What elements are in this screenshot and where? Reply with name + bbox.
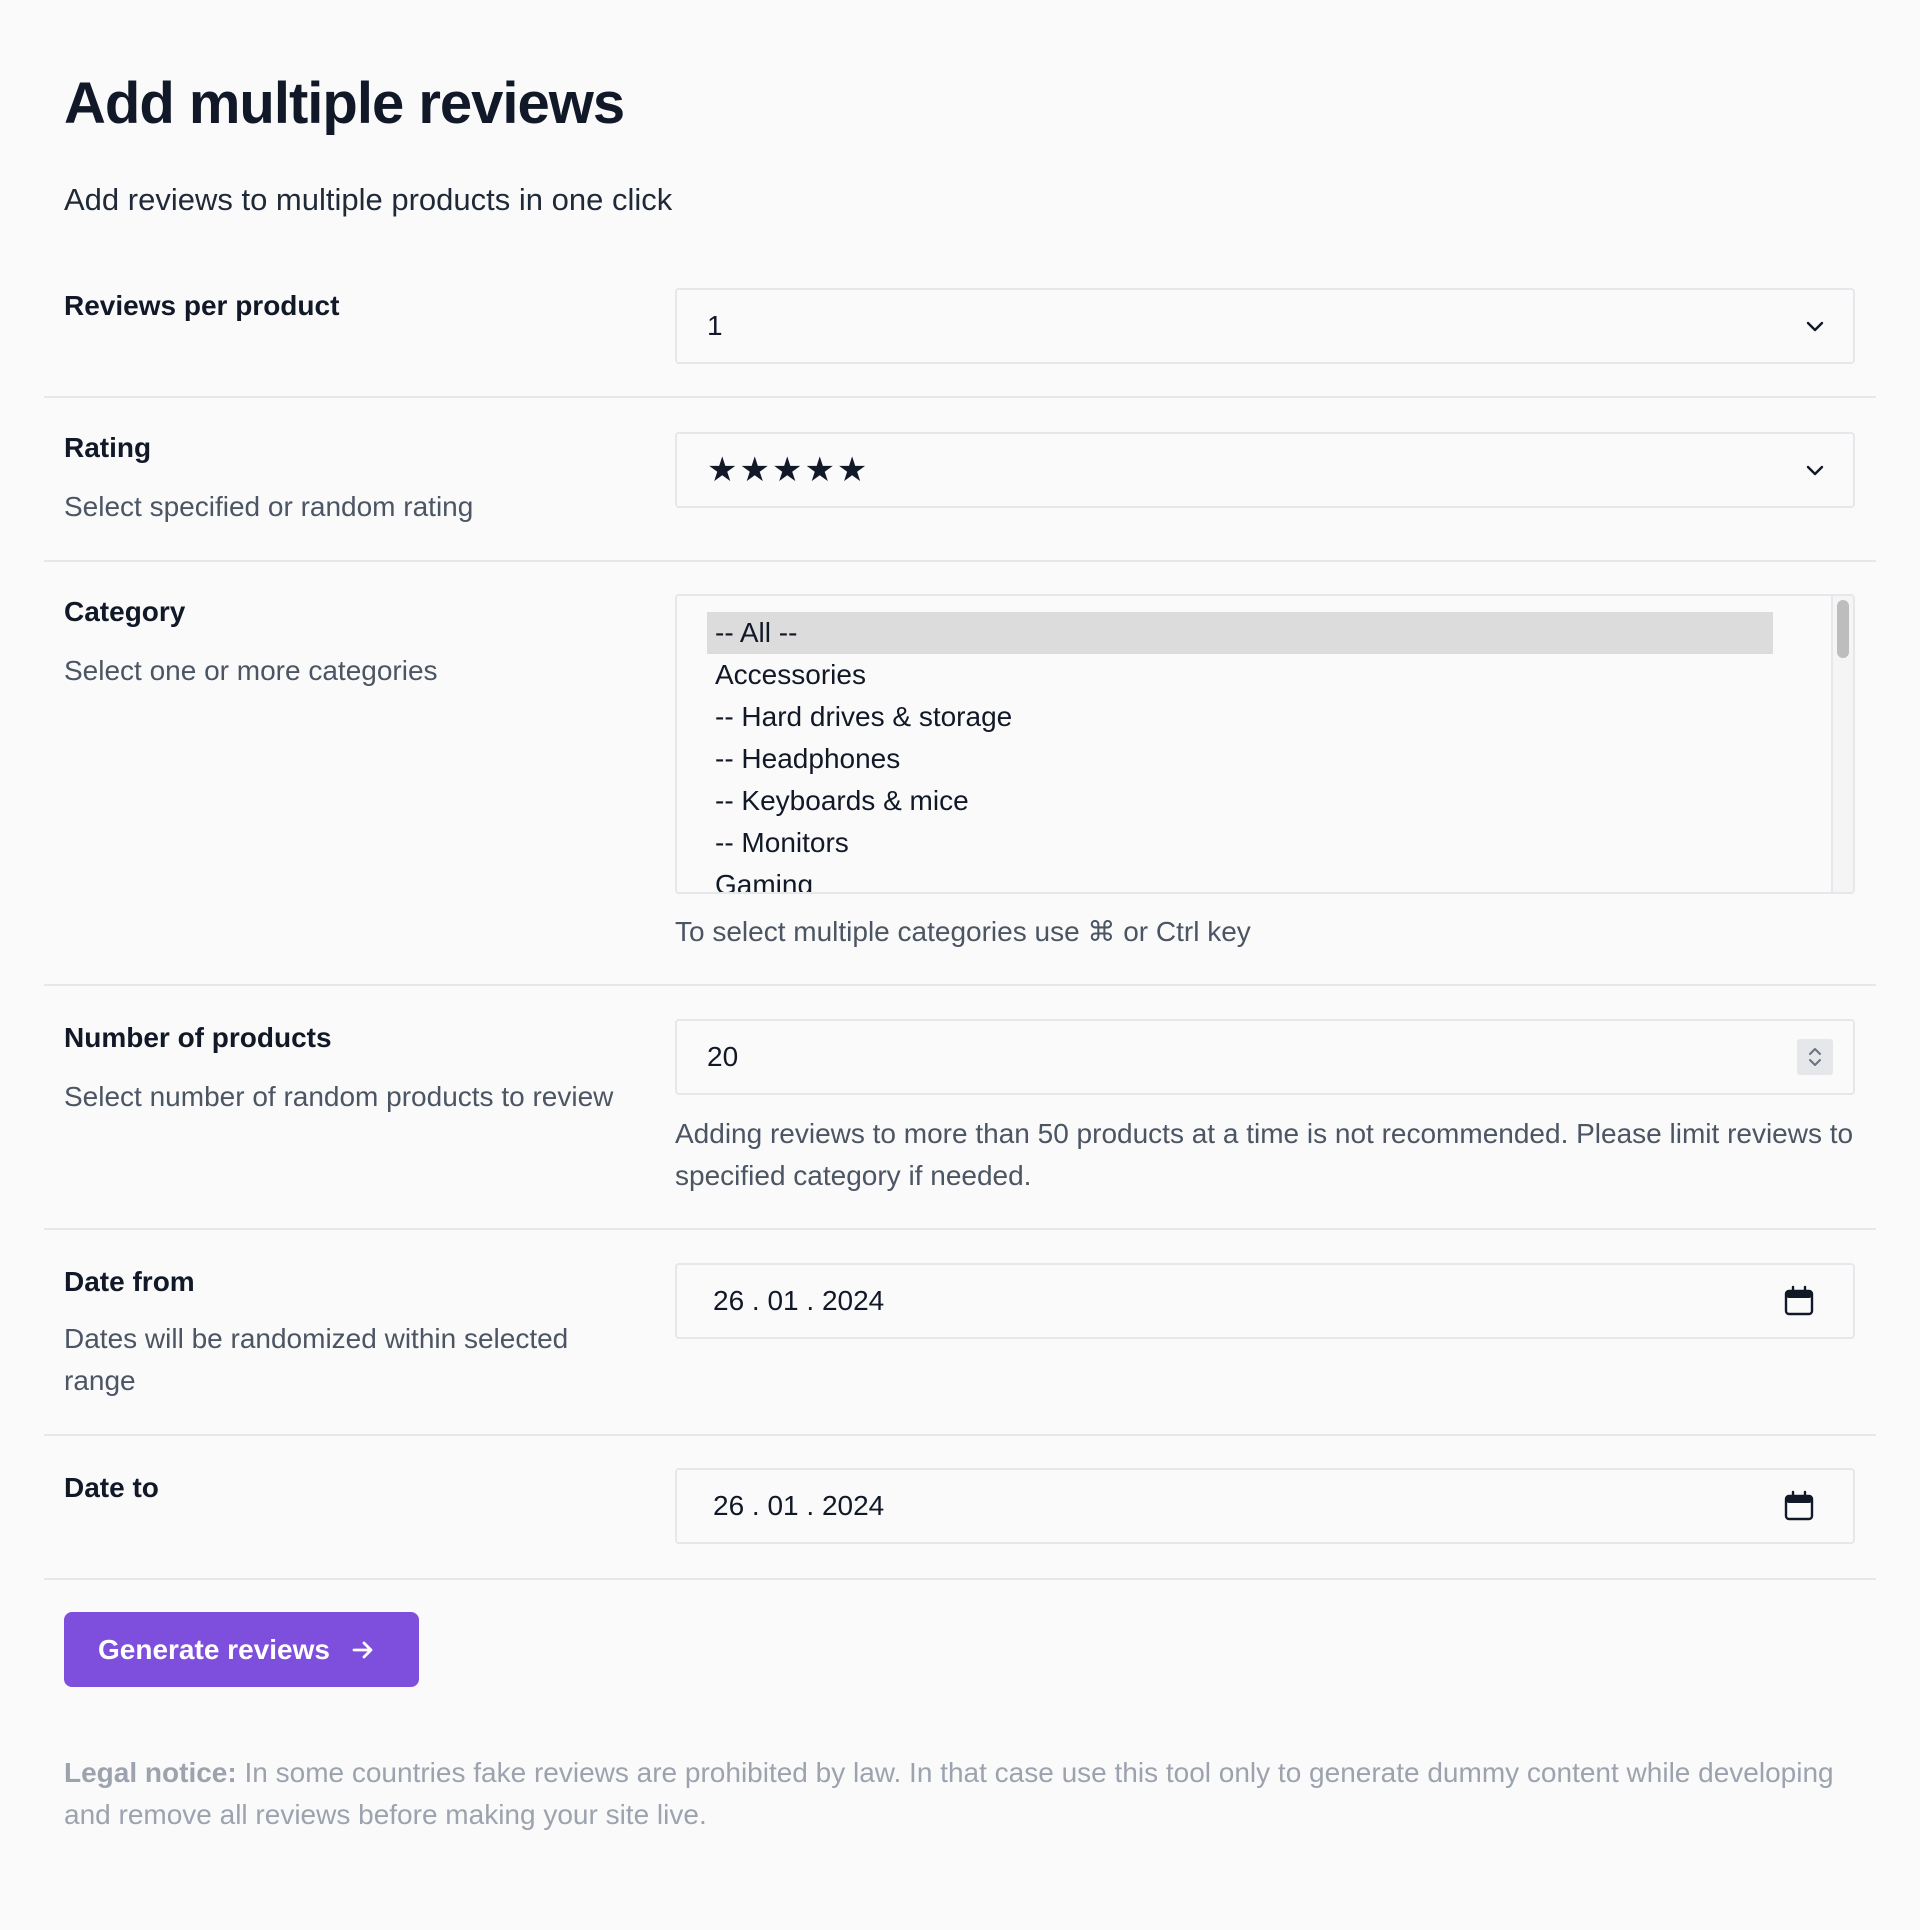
category-multiselect[interactable]: -- All -- Accessories -- Hard drives & s… (675, 594, 1855, 894)
legal-notice-heading: Legal notice: (64, 1757, 237, 1788)
category-scrollbar-thumb[interactable] (1837, 600, 1849, 658)
arrow-right-icon (352, 1641, 373, 1658)
date-from-description: Dates will be randomized within selected… (64, 1323, 569, 1396)
rating-select[interactable]: ★★★★★ (675, 432, 1855, 508)
generate-reviews-label: Generate reviews (98, 1633, 330, 1665)
rating-label: Rating (64, 432, 152, 463)
page-subtitle: Add reviews to multiple products in one … (64, 182, 673, 217)
number-of-products-input[interactable]: 20 (675, 1019, 1855, 1095)
category-option[interactable]: -- All -- (707, 612, 1773, 654)
rating-description: Select specified or random rating (64, 491, 474, 522)
chevron-down-icon (1806, 465, 1824, 476)
date-from-input[interactable]: 26 . 01 . 2024 (675, 1263, 1855, 1339)
number-of-products-label: Number of products (64, 1022, 332, 1053)
reviews-per-product-select[interactable]: 1 (675, 288, 1855, 364)
date-from-label: Date from (64, 1266, 195, 1297)
date-to-label: Date to (64, 1472, 159, 1503)
category-option[interactable]: -- Hard drives & storage (707, 696, 1773, 738)
up-down-arrows-icon (1809, 1048, 1821, 1066)
rating-stars-value: ★★★★★ (707, 451, 870, 489)
category-hint: To select multiple categories use ⌘ or C… (675, 916, 1251, 947)
generate-reviews-button[interactable]: Generate reviews (64, 1612, 419, 1687)
calendar-icon[interactable] (1783, 1490, 1815, 1522)
date-to-value: 26 . 01 . 2024 (713, 1490, 885, 1521)
chevron-down-icon (1806, 321, 1824, 332)
number-stepper[interactable] (1797, 1039, 1833, 1075)
category-option[interactable]: -- Headphones (707, 738, 1773, 780)
category-option[interactable]: Gaming (707, 864, 1773, 892)
reviews-per-product-label: Reviews per product (64, 290, 340, 321)
date-to-input[interactable]: 26 . 01 . 2024 (675, 1468, 1855, 1544)
category-option[interactable]: -- Keyboards & mice (707, 780, 1773, 822)
category-description: Select one or more categories (64, 655, 438, 686)
page-title: Add multiple reviews (64, 71, 625, 136)
date-from-value: 26 . 01 . 2024 (713, 1285, 885, 1316)
category-option[interactable]: Accessories (707, 654, 1773, 696)
calendar-icon[interactable] (1783, 1285, 1815, 1317)
legal-notice-text: In some countries fake reviews are prohi… (64, 1757, 1834, 1830)
legal-notice: Legal notice: In some countries fake rev… (64, 1752, 1854, 1836)
category-scrollbar[interactable] (1831, 596, 1853, 892)
number-of-products-description: Select number of random products to revi… (64, 1081, 614, 1112)
add-reviews-page: Add multiple reviews Add reviews to mult… (0, 0, 1920, 1930)
category-label: Category (64, 596, 186, 627)
number-of-products-value: 20 (707, 1041, 739, 1072)
number-of-products-hint: Adding reviews to more than 50 products … (675, 1118, 1854, 1191)
category-option[interactable]: -- Monitors (707, 822, 1773, 864)
reviews-per-product-value: 1 (707, 310, 723, 341)
